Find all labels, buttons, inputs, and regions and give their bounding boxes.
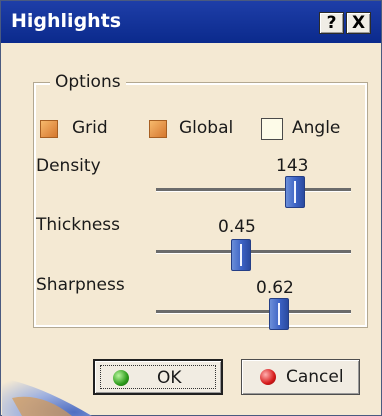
density-value: 143: [276, 156, 309, 176]
title-bar[interactable]: Highlights ? X: [1, 1, 381, 43]
cancel-button-label: Cancel: [286, 367, 344, 387]
close-button[interactable]: X: [346, 12, 371, 34]
sharpness-value: 0.62: [256, 278, 294, 298]
thickness-value: 0.45: [218, 217, 256, 237]
thickness-slider-track[interactable]: [156, 250, 351, 254]
global-checkbox-label[interactable]: Global: [179, 118, 233, 138]
angle-checkbox-label[interactable]: Angle: [292, 118, 340, 138]
angle-checkbox[interactable]: [261, 118, 283, 140]
cancel-button[interactable]: Cancel: [241, 359, 360, 395]
ok-button-label: OK: [157, 368, 182, 388]
density-slider-thumb[interactable]: [285, 176, 305, 208]
density-slider-track[interactable]: [156, 188, 351, 192]
grid-checkbox[interactable]: [40, 120, 58, 138]
global-checkbox[interactable]: [149, 120, 167, 138]
ok-button[interactable]: OK: [93, 359, 223, 395]
red-light-icon: [260, 369, 276, 385]
sharpness-slider-track[interactable]: [156, 310, 351, 314]
options-legend: Options: [50, 72, 126, 92]
highlights-dialog: Highlights ? X Options Grid Global Angle…: [0, 0, 382, 416]
globe-decoration: [2, 348, 92, 416]
grid-checkbox-label[interactable]: Grid: [72, 118, 108, 138]
sharpness-slider-thumb[interactable]: [269, 298, 289, 330]
density-label: Density: [36, 156, 101, 176]
thickness-label: Thickness: [36, 215, 121, 235]
thickness-slider-thumb[interactable]: [231, 239, 251, 271]
green-light-icon: [113, 370, 129, 386]
window-title: Highlights: [11, 10, 122, 32]
sharpness-label: Sharpness: [36, 275, 125, 295]
help-button[interactable]: ?: [319, 12, 344, 34]
